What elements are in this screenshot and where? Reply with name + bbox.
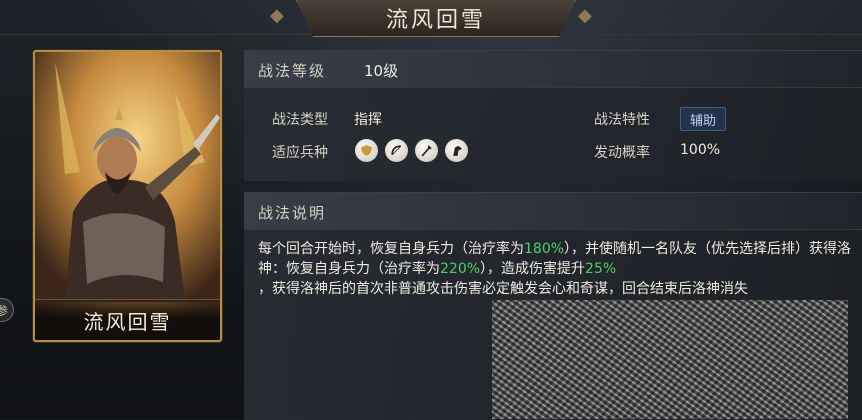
desc-segment: ），造成伤害提升 — [480, 261, 586, 277]
description-label: 战法说明 — [258, 204, 327, 222]
card-name-bar: 流风回雪 — [35, 299, 220, 340]
level-header: 战法等级 10级 — [244, 51, 862, 88]
title-banner: 流风回雪 — [296, 0, 576, 37]
level-label: 战法等级 — [258, 62, 327, 80]
troop-icons — [355, 139, 468, 162]
desc-highlight: 220% — [440, 261, 481, 277]
type-value: 指挥 — [354, 112, 382, 128]
page-title: 流风回雪 — [385, 8, 486, 33]
trait-label: 战法特性 — [594, 112, 650, 128]
spear-icon[interactable] — [415, 139, 438, 162]
ornament-right-icon: ◆ — [578, 5, 592, 26]
description-text: 每个回合开始时，恢复自身兵力（治疗率为180%），并使随机一名队友（优先选择后排… — [258, 239, 854, 299]
trait-value: 辅助 — [689, 113, 716, 129]
card-name: 流风回雪 — [83, 309, 172, 334]
tactic-card[interactable]: 流风回雪 — [33, 50, 222, 342]
rate-label: 发动概率 — [594, 145, 650, 161]
video-noise-overlay — [492, 300, 848, 419]
shield-icon[interactable] — [355, 139, 378, 162]
bow-icon[interactable] — [385, 139, 408, 162]
troops-label: 适应兵种 — [272, 145, 328, 161]
ornament-left-icon: ◆ — [270, 5, 284, 26]
desc-highlight: 25% — [585, 261, 617, 277]
description-header: 战法说明 — [244, 193, 862, 230]
general-portrait — [35, 52, 220, 302]
trait-badge: 辅助 — [680, 107, 726, 131]
info-panel: 战法等级 10级 战法类型 指挥 战法特性 辅助 适应兵种 发动概率 100% — [244, 50, 862, 181]
rate-value: 100% — [680, 142, 721, 158]
horse-icon[interactable] — [445, 139, 468, 162]
type-label: 战法类型 — [272, 112, 328, 128]
level-value: 10级 — [364, 62, 399, 80]
desc-segment: 每个回合开始时，恢复自身兵力（治疗率为 — [258, 241, 524, 257]
desc-highlight: 180% — [524, 241, 565, 257]
desc-segment: ，获得洛神后的首次非普通攻击伤害必定触发会心和奇谋，回合结束后洛神消失 — [258, 281, 748, 297]
